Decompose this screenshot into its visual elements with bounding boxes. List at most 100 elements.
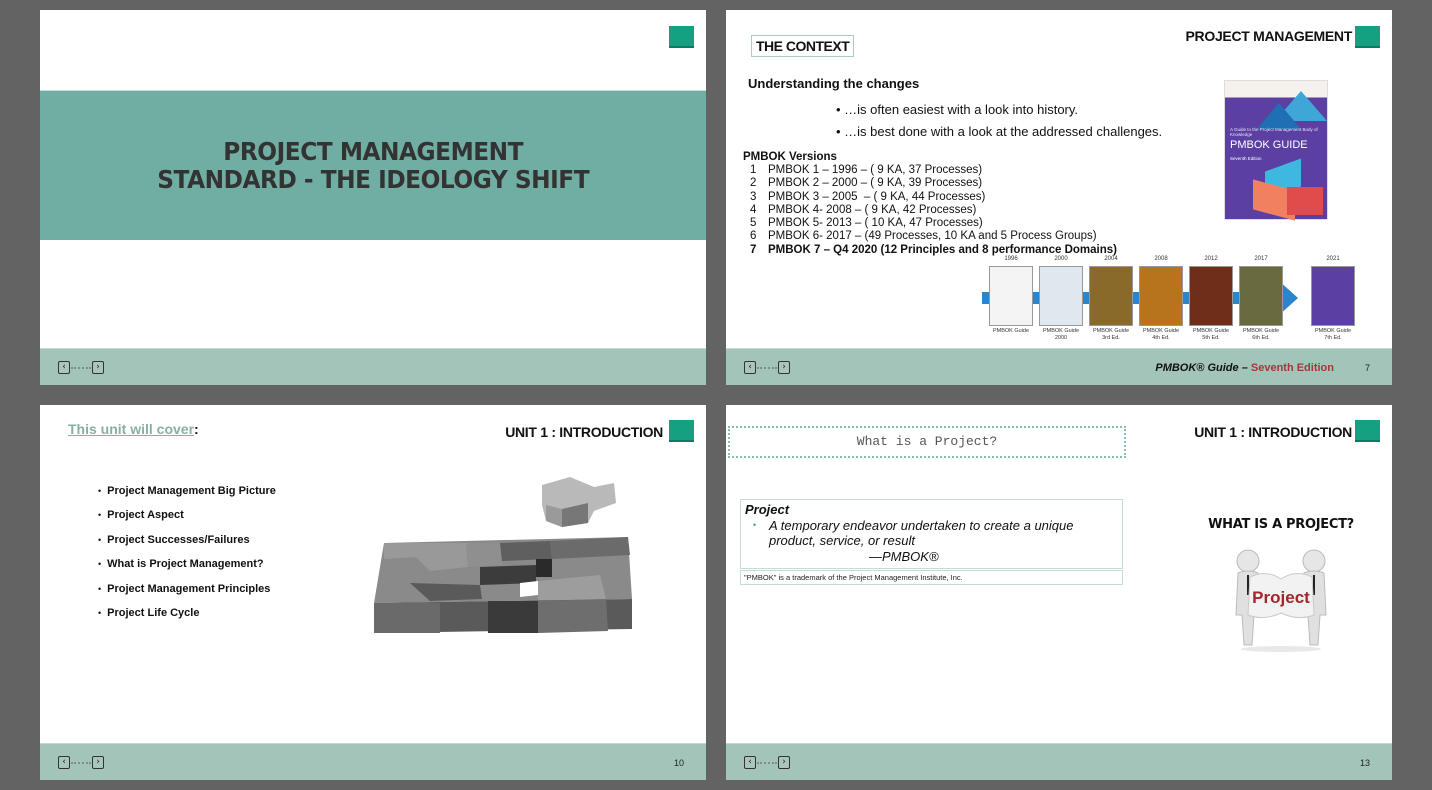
version-row: 5 PMBOK 5- 2013 – ( 10 KA, 47 Processes) [750, 217, 1117, 230]
slide-thumbnail-1[interactable]: PROJECT MANAGEMENT STANDARD - THE IDEOLO… [40, 10, 706, 385]
accent-square [669, 420, 694, 442]
bullet-list: • …is often easiest with a look into his… [836, 102, 1162, 146]
topic-item: Project Management Big Picture [98, 485, 276, 509]
floating-block [542, 477, 616, 527]
slide-nav: ‹ › [744, 756, 790, 769]
next-slide-button[interactable]: › [778, 361, 790, 374]
version-text: PMBOK 4- 2008 – ( 9 KA, 42 Processes) [768, 203, 977, 216]
cover-subtitle: A Guide to the Project Management Body o… [1230, 127, 1318, 137]
slide-thumbnail-2[interactable]: THE CONTEXT PROJECT MANAGEMENT Understan… [726, 10, 1392, 385]
accent-square [1355, 26, 1380, 48]
topic-item: Project Successes/Failures [98, 534, 276, 558]
version-text: PMBOK 2 – 2000 – ( 9 KA, 39 Processes) [768, 177, 983, 190]
timeline-year: 2012 [1204, 256, 1218, 262]
timeline-label: PMBOK Guide 6th Ed. [1242, 328, 1280, 341]
title-band: PROJECT MANAGEMENT STANDARD - THE IDEOLO… [40, 90, 706, 240]
version-row: 6 PMBOK 6- 2017 – (49 Processes, 10 KA an… [750, 230, 1117, 243]
next-slide-button[interactable]: › [92, 361, 104, 374]
accent-square [669, 26, 694, 48]
definition-body: • A temporary endeavor undertaken to crea… [745, 518, 1118, 548]
topic-item: Project Aspect [98, 509, 276, 533]
next-slide-button[interactable]: › [778, 756, 790, 769]
page-number: 10 [673, 758, 684, 768]
bullet-item: • …is often easiest with a look into his… [836, 102, 1079, 117]
definition-text: A temporary endeavor undertaken to creat… [769, 518, 1074, 548]
topic-item: What is Project Management? [98, 558, 276, 582]
shadow [1241, 646, 1321, 652]
version-number: 7 [750, 243, 757, 256]
subheading: Understanding the changes [748, 76, 920, 91]
project-word: Project [1252, 588, 1310, 607]
versions-list: 1 PMBOK 1 – 1996 – ( 9 KA, 37 Processes) … [750, 164, 1117, 257]
slide-header: UNIT 1 : INTRODUCTION [1194, 424, 1352, 440]
edition-cover-image [1089, 266, 1133, 326]
prev-slide-button[interactable]: ‹ [744, 756, 756, 769]
footer-caption-edition: Seventh Edition [1250, 362, 1334, 374]
timeline-year: 2000 [1054, 256, 1068, 262]
slide-title-box: What is a Project? [728, 426, 1126, 458]
slide-nav: ‹ › [58, 361, 104, 374]
timeline-year: 1996 [1004, 256, 1018, 262]
section-label: THE CONTEXT [751, 35, 855, 57]
timeline-label: PMBOK Guide 5th Ed. [1192, 328, 1230, 341]
timeline-item: 2021 PMBOK Guide 7th Ed. [1310, 256, 1356, 341]
versions-title: PMBOK Versions [743, 151, 837, 163]
version-number: 3 [750, 190, 757, 203]
timeline-item: 2000 PMBOK Guide 2000 [1038, 256, 1084, 341]
topic-item: Project Life Cycle [98, 607, 276, 631]
cover-shape [1287, 187, 1323, 215]
timeline-label: PMBOK Guide 2000 [1042, 328, 1080, 341]
puzzle-blocks-image [374, 477, 632, 633]
edition-cover-image [1239, 266, 1283, 326]
cover-edition: Seventh Edition [1230, 156, 1262, 161]
version-number: 4 [750, 203, 757, 216]
pmbok-cover-image: A Guide to the Project Management Body o… [1224, 80, 1328, 221]
accent-square [1355, 420, 1380, 442]
nav-connector [757, 366, 777, 369]
slide-footer: ‹ › PMBOK® Guide – Seventh Edition 7 [726, 348, 1392, 385]
timeline-year: 2008 [1154, 256, 1168, 262]
definition-source: —PMBOK® [869, 549, 939, 564]
slide-thumbnail-3[interactable]: This unit will cover: UNIT 1 : INTRODUCT… [40, 405, 706, 780]
version-row: 3 PMBOK 3 – 2005 – ( 9 KA, 44 Processes) [750, 191, 1117, 204]
slide-title-line-2: STANDARD - THE IDEOLOGY SHIFT [157, 164, 589, 194]
timeline-year: 2017 [1254, 256, 1268, 262]
version-number: 1 [750, 164, 757, 176]
bullet-item: • …is best done with a look at the addre… [836, 124, 1163, 139]
footer-caption-main: PMBOK® Guide – [1155, 362, 1251, 374]
definition-box: Project • A temporary endeavor undertaken… [740, 499, 1123, 569]
timeline-label: PMBOK Guide 3rd Ed. [1092, 328, 1130, 341]
prev-slide-button[interactable]: ‹ [58, 361, 70, 374]
page-number: 7 [1364, 363, 1370, 373]
edition-cover-image [1139, 266, 1183, 326]
timeline-item: 2017 PMBOK Guide 6th Ed. [1238, 256, 1284, 341]
next-slide-button[interactable]: › [92, 756, 104, 769]
cover-shape [1257, 103, 1301, 129]
version-row: 4 PMBOK 4- 2008 – ( 9 KA, 42 Processes) [750, 204, 1117, 217]
page-number: 13 [1359, 758, 1370, 768]
prev-slide-button[interactable]: ‹ [58, 756, 70, 769]
prev-slide-button[interactable]: ‹ [744, 361, 756, 374]
timeline-item: 2008 PMBOK Guide 4th Ed. [1138, 256, 1184, 341]
slide-nav: ‹ › [58, 756, 104, 769]
slide-nav: ‹ › [744, 361, 790, 374]
slide-thumbnail-4[interactable]: What is a Project? UNIT 1 : INTRODUCTION… [726, 405, 1392, 780]
version-number: 2 [750, 177, 757, 190]
edition-cover-image [1189, 266, 1233, 326]
definition-title: Project [745, 502, 790, 517]
version-number: 6 [750, 230, 757, 243]
topic-list: Project Management Big Picture Project A… [98, 485, 276, 631]
version-row: 1 PMBOK 1 – 1996 – ( 9 KA, 37 Processes) [750, 164, 1117, 177]
cover-title: PMBOK GUIDE [1230, 139, 1308, 151]
timeline-year: 2004 [1104, 256, 1118, 262]
unit-cover-link[interactable]: This unit will cover [68, 421, 194, 437]
bullet-icon: • [753, 520, 757, 530]
timeline-label: PMBOK Guide 7th Ed. [1314, 328, 1352, 341]
pmbok-timeline: 1996 PMBOK Guide 2000 PMBOK Guide 2000 2004 PM… [982, 256, 1362, 346]
slide-footer: ‹ › [40, 348, 706, 385]
version-text: PMBOK 6- 2017 – (49 Processes, 10 KA and… [768, 230, 1097, 243]
heading-colon: : [194, 421, 199, 437]
version-text: PMBOK 3 – 2005 – ( 9 KA, 44 Processes) [768, 190, 986, 203]
edition-cover-image [1311, 266, 1355, 326]
timeline-year: 2021 [1326, 256, 1340, 262]
